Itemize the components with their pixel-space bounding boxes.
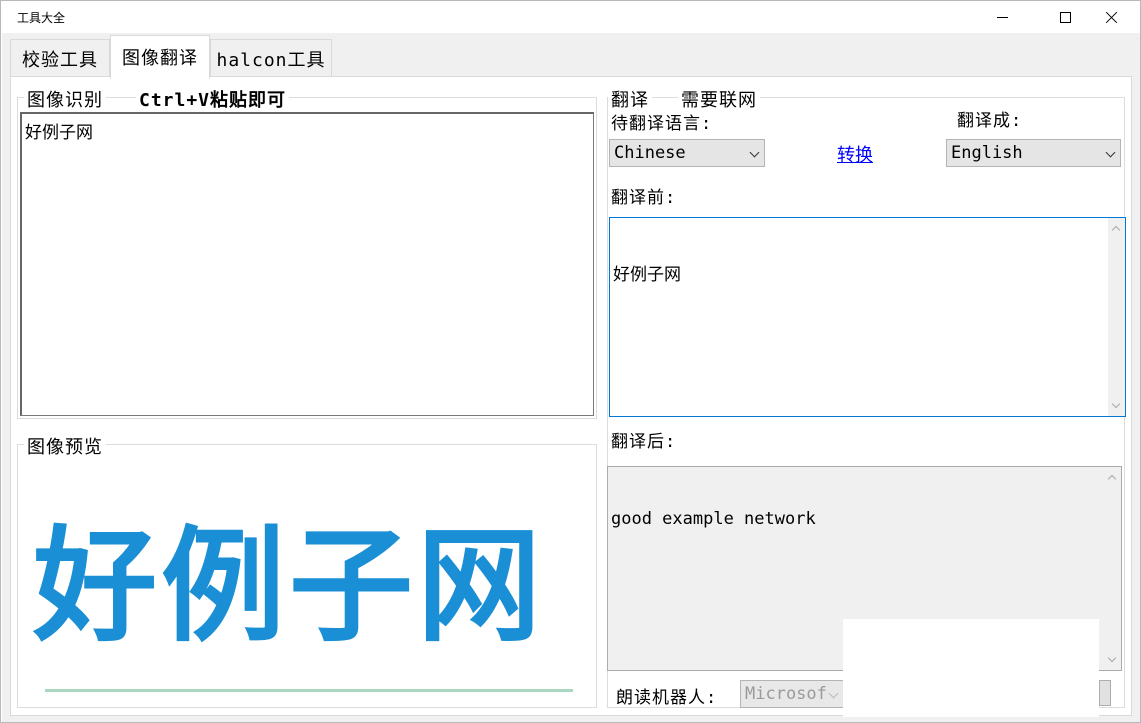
- paste-hint: Ctrl+V粘贴即可: [136, 86, 290, 112]
- scroll-up-icon: [1111, 225, 1121, 235]
- chevron-down-icon: [828, 688, 839, 699]
- chevron-down-icon: [749, 147, 760, 158]
- translated-text-content: good example network: [611, 509, 816, 529]
- scroll-down-icon: [1107, 653, 1117, 663]
- source-language-select[interactable]: Chinese: [609, 139, 765, 167]
- source-language-value: Chinese: [614, 143, 686, 163]
- close-icon: [1105, 11, 1118, 24]
- minimize-button[interactable]: [979, 1, 1025, 33]
- reader-voice-select[interactable]: Microsof: [740, 680, 844, 708]
- overlay-panel: [843, 619, 1099, 717]
- scroll-up-icon: [1107, 474, 1117, 484]
- app-window: 工具大全 校验工具 图像翻译 halcon工具 图像识别 Ctrl+V粘贴即可 …: [0, 0, 1141, 723]
- target-language-label: 翻译成:: [957, 111, 1023, 131]
- reader-voice-value: Microsof: [745, 684, 827, 704]
- source-text-scrollbar[interactable]: [1108, 218, 1125, 416]
- tab-page-image-translate: 图像识别 Ctrl+V粘贴即可 好例子网 图像预览 好例子网 翻译 需要联网 待…: [10, 76, 1132, 717]
- source-text-box[interactable]: 好例子网: [609, 217, 1126, 417]
- tab-halcon-tools[interactable]: halcon工具: [210, 39, 332, 79]
- target-language-select[interactable]: English: [946, 139, 1121, 167]
- translated-text-scrollbar[interactable]: [1104, 467, 1121, 670]
- tab-image-translate[interactable]: 图像翻译: [110, 35, 210, 79]
- ocr-result-textbox[interactable]: 好例子网: [20, 112, 594, 416]
- chevron-down-icon: [1105, 147, 1116, 158]
- preview-image-underline: [45, 689, 573, 692]
- window-title: 工具大全: [17, 11, 66, 25]
- read-aloud-button[interactable]: [1099, 680, 1111, 706]
- source-language-label: 待翻译语言:: [611, 114, 713, 134]
- scroll-down-icon: [1111, 399, 1121, 409]
- target-language-value: English: [951, 143, 1023, 163]
- preview-image: 好例子网: [33, 514, 546, 659]
- title-bar[interactable]: 工具大全: [1, 1, 1140, 33]
- maximize-icon: [1059, 11, 1071, 23]
- preview-group-caption: 图像预览: [24, 433, 106, 459]
- source-text-content: 好例子网: [613, 265, 681, 285]
- client-area: 校验工具 图像翻译 halcon工具 图像识别 Ctrl+V粘贴即可 好例子网 …: [2, 33, 1140, 722]
- maximize-button[interactable]: [1042, 1, 1088, 33]
- ocr-group-caption: 图像识别: [24, 86, 106, 112]
- close-button[interactable]: [1088, 1, 1134, 33]
- swap-languages-link[interactable]: 转换: [837, 141, 873, 167]
- translated-text-label: 翻译后:: [611, 432, 677, 452]
- source-text-label: 翻译前:: [611, 188, 677, 208]
- reader-voice-label: 朗读机器人:: [616, 688, 718, 708]
- tab-checksum-tools[interactable]: 校验工具: [10, 39, 110, 79]
- minimize-icon: [996, 16, 1008, 18]
- ocr-group: 图像识别 Ctrl+V粘贴即可 好例子网: [17, 86, 597, 419]
